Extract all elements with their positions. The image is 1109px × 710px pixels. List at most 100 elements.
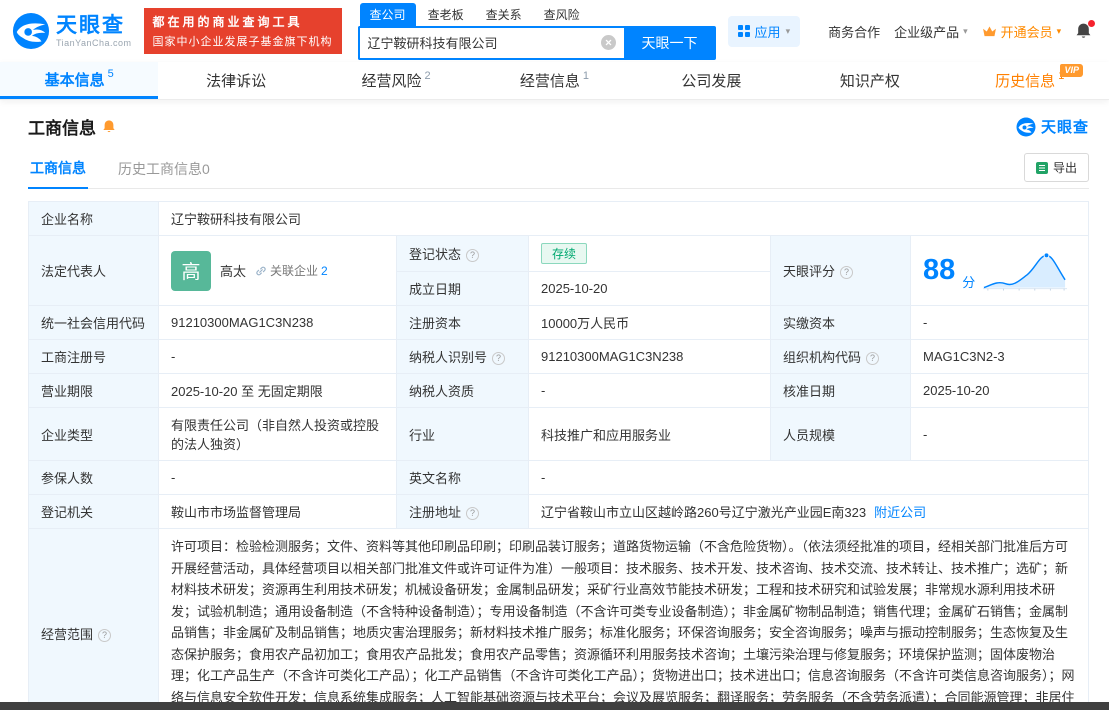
label-staff-size: 人员规模 bbox=[770, 407, 911, 461]
row-insured-count: 参保人数 - 英文名称 - bbox=[28, 460, 1089, 495]
vip-label: 开通会员 bbox=[1000, 24, 1053, 40]
info-icon[interactable]: ? bbox=[492, 352, 506, 365]
notifications-bell[interactable] bbox=[1075, 20, 1096, 40]
page: 天眼查 TianYanCha.com 都在用的商业查询工具 国家中小企业发展子基… bbox=[0, 0, 1109, 710]
label-reg-authority: 登记机关 bbox=[28, 494, 159, 529]
value-legal-rep: 高 高太 关联企业 2 bbox=[158, 235, 397, 306]
tab-label: 经营信息 bbox=[519, 73, 580, 90]
search-tab-relation[interactable]: 查关系 bbox=[476, 3, 532, 26]
clear-search-icon[interactable] bbox=[600, 35, 616, 50]
value-reg-status: 存续 bbox=[528, 235, 771, 272]
tianyancha-logo[interactable]: 天眼查 TianYanCha.com bbox=[12, 12, 132, 50]
subtab-history-business-info[interactable]: 历史工商信息0 bbox=[116, 150, 212, 188]
label-legal-rep: 法定代表人 bbox=[28, 235, 159, 306]
status-badge: 存续 bbox=[541, 243, 588, 264]
info-icon[interactable]: ? bbox=[466, 507, 480, 520]
score-curve-chart bbox=[983, 251, 1068, 291]
label-credit-code: 统一社会信用代码 bbox=[28, 305, 159, 340]
search-input[interactable] bbox=[367, 35, 601, 50]
tab-count: 2 bbox=[424, 69, 431, 82]
tab-label: 知识产权 bbox=[839, 73, 900, 90]
tab-label: 经营风险 bbox=[361, 73, 422, 90]
tab-operating-risk[interactable]: 经营风险 2 bbox=[317, 62, 475, 99]
row-business-term: 营业期限 2025-10-20 至 无固定期限 纳税人资质 - 核准日期 202… bbox=[28, 373, 1089, 408]
label-taxpayer-quali: 纳税人资质 bbox=[396, 373, 529, 408]
search-tab-boss[interactable]: 查老板 bbox=[418, 3, 474, 26]
grid-icon bbox=[737, 25, 750, 37]
row-company-name: 企业名称 辽宁鞍研科技有限公司 bbox=[28, 201, 1089, 236]
search-row: 天眼一下 bbox=[357, 25, 716, 60]
info-icon[interactable]: ? bbox=[840, 266, 854, 279]
value-taxpayer-quali: - bbox=[528, 373, 771, 408]
score-unit: 分 bbox=[962, 274, 976, 290]
top-menu: 应用 ▾ 商务合作 企业级产品 ▾ 开通会员 ▾ 超级 bbox=[727, 15, 1097, 47]
legal-rep-name[interactable]: 高太 bbox=[220, 261, 246, 280]
subscribe-bell-icon[interactable] bbox=[102, 119, 116, 134]
label-taxpayer-id: 纳税人识别号? bbox=[396, 339, 529, 374]
label-company-type: 企业类型 bbox=[28, 407, 159, 461]
search-box bbox=[357, 25, 624, 60]
label-reg-address: 注册地址? bbox=[396, 494, 529, 529]
section-header: 工商信息 天眼查 bbox=[28, 114, 1089, 139]
legal-rep-avatar[interactable]: 高 bbox=[171, 250, 211, 291]
apps-menu[interactable]: 应用 ▾ bbox=[727, 15, 801, 47]
slogan-line2: 国家中小企业发展子基金旗下机构 bbox=[152, 36, 333, 48]
page-footer-edge bbox=[0, 702, 1109, 710]
row-company-type: 企业类型 有限责任公司（非自然人投资或控股的法人独资） 行业 科技推广和应用服务… bbox=[28, 407, 1089, 461]
chevron-down-icon: ▾ bbox=[1056, 25, 1062, 36]
enterprise-label: 企业级产品 bbox=[894, 24, 960, 40]
info-icon[interactable]: ? bbox=[866, 352, 880, 365]
vip-badge: VIP bbox=[1060, 64, 1083, 77]
slogan-line1: 都在用的商业查询工具 bbox=[152, 15, 303, 29]
row-reg-number: 工商注册号 - 纳税人识别号? 91210300MAG1C3N238 组织机构代… bbox=[28, 339, 1089, 374]
logo-text: 天眼查 TianYanCha.com bbox=[56, 14, 132, 47]
value-tianyan-score[interactable]: 88 分 bbox=[910, 235, 1089, 306]
label-reg-number: 工商注册号 bbox=[28, 339, 159, 374]
value-industry: 科技推广和应用服务业 bbox=[528, 407, 771, 461]
search-tabs: 查公司 查老板 查关系 查风险 bbox=[359, 2, 716, 26]
row-credit-code: 统一社会信用代码 91210300MAG1C3N238 注册资本 10000万人… bbox=[28, 305, 1089, 340]
tab-intellectual-property[interactable]: 知识产权 bbox=[792, 62, 950, 99]
export-icon bbox=[1035, 161, 1048, 174]
section-title: 工商信息 bbox=[28, 119, 96, 138]
export-button[interactable]: 导出 bbox=[1023, 153, 1089, 182]
tab-basic-info[interactable]: 基本信息 5 bbox=[0, 62, 159, 99]
label-establish-date: 成立日期 bbox=[396, 271, 529, 306]
menu-open-vip[interactable]: 开通会员 ▾ bbox=[982, 22, 1062, 41]
tab-legal-litigation[interactable]: 法律诉讼 bbox=[158, 62, 316, 99]
label-english-name: 英文名称 bbox=[396, 460, 529, 495]
search-button[interactable]: 天眼一下 bbox=[623, 25, 716, 60]
tab-history-info[interactable]: 历史信息1 VIP bbox=[951, 62, 1109, 99]
cooperation-label: 商务合作 bbox=[828, 24, 881, 40]
tab-operating-info[interactable]: 经营信息 1 bbox=[475, 62, 633, 99]
value-approval-date: 2025-10-20 bbox=[910, 373, 1089, 408]
notification-dot bbox=[1088, 20, 1096, 27]
info-icon[interactable]: ? bbox=[466, 249, 480, 262]
menu-cooperation[interactable]: 商务合作 bbox=[828, 22, 880, 41]
nearby-companies-link[interactable]: 附近公司 bbox=[874, 505, 926, 520]
search-block: 查公司 查老板 查关系 查风险 天眼一下 bbox=[357, 2, 716, 60]
value-reg-capital: 10000万人民币 bbox=[528, 305, 771, 340]
tab-company-development[interactable]: 公司发展 bbox=[634, 62, 792, 99]
label-insured-count: 参保人数 bbox=[28, 460, 159, 495]
brand-name: 天眼查 bbox=[56, 14, 125, 38]
value-credit-code: 91210300MAG1C3N238 bbox=[158, 305, 397, 340]
value-org-code: MAG1C3N2-3 bbox=[910, 339, 1089, 374]
tab-label: 基本信息 bbox=[44, 71, 105, 89]
label-paid-capital: 实缴资本 bbox=[770, 305, 911, 340]
row-legal-rep: 法定代表人 高 高太 关联企业 2 登记状态? 存续 天眼评分 ? 88 分 bbox=[28, 235, 1089, 306]
search-tab-company[interactable]: 查公司 bbox=[359, 2, 416, 26]
label-approval-date: 核准日期 bbox=[770, 373, 911, 408]
related-companies-link[interactable]: 关联企业 2 bbox=[255, 262, 328, 279]
link-icon bbox=[256, 266, 266, 275]
value-reg-number: - bbox=[158, 339, 397, 374]
subtab-business-info[interactable]: 工商信息 bbox=[28, 149, 88, 189]
menu-enterprise-products[interactable]: 企业级产品 ▾ bbox=[894, 22, 968, 41]
subtabs-row: 工商信息 历史工商信息0 导出 bbox=[28, 149, 1089, 189]
tab-count: 1 bbox=[582, 69, 590, 82]
search-tab-risk[interactable]: 查风险 bbox=[534, 3, 590, 26]
label-business-scope: 经营范围? bbox=[28, 527, 159, 710]
info-icon[interactable]: ? bbox=[98, 628, 112, 642]
business-info-table: 企业名称 辽宁鞍研科技有限公司 法定代表人 高 高太 关联企业 2 登记状态 ?… bbox=[28, 201, 1089, 710]
chevron-down-icon: ▾ bbox=[785, 25, 791, 36]
